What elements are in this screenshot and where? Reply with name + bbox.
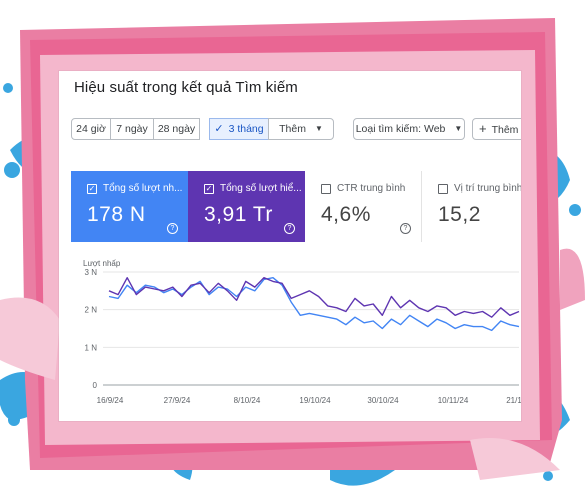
add-filter-button[interactable]: +Thêm b xyxy=(472,118,521,140)
range-3m-button[interactable]: ✓ 3 tháng xyxy=(209,118,269,140)
page-title: Hiệu suất trong kết quả Tìm kiếm xyxy=(74,79,298,96)
checkbox-unchecked-icon[interactable] xyxy=(438,183,448,194)
metric-value: 15,2 xyxy=(438,203,481,226)
series-line-impressions xyxy=(108,277,520,318)
range-24h-button[interactable]: 24 giờ xyxy=(71,118,111,140)
y-axis-label: Lượt nhấp xyxy=(83,259,121,268)
search-type-dropdown[interactable]: Loại tìm kiếm: Web ▼ xyxy=(353,118,465,140)
chevron-down-icon: ▼ xyxy=(454,124,463,133)
y-tick-label: 3 N xyxy=(85,268,98,277)
metric-label: Vị trí trung bình xyxy=(454,183,521,194)
x-tick-label: 21/1 xyxy=(506,396,521,405)
checkbox-unchecked-icon[interactable] xyxy=(321,183,331,194)
metric-card-clicks[interactable]: ✓ Tổng số lượt nh... 178 N ? xyxy=(71,171,188,242)
range-7d-button[interactable]: 7 ngày xyxy=(110,118,154,140)
help-icon[interactable]: ? xyxy=(400,223,411,234)
checkbox-checked-icon[interactable]: ✓ xyxy=(87,183,97,194)
y-tick-label: 2 N xyxy=(85,306,98,315)
x-tick-label: 27/9/24 xyxy=(164,396,191,405)
checkbox-checked-icon[interactable]: ✓ xyxy=(204,183,214,194)
x-tick-label: 19/10/24 xyxy=(299,396,331,405)
chevron-down-icon: ▼ xyxy=(314,124,323,133)
x-tick-label: 10/11/24 xyxy=(438,396,469,405)
performance-panel: Hiệu suất trong kết quả Tìm kiếm 24 giờ … xyxy=(59,71,521,421)
x-tick-label: 8/10/24 xyxy=(234,396,261,405)
more-ranges-dropdown[interactable]: Thêm ▼ xyxy=(268,118,334,140)
metric-label: Tổng số lượt hiể... xyxy=(220,183,302,194)
check-icon: ✓ xyxy=(214,123,224,135)
help-icon[interactable]: ? xyxy=(167,223,178,234)
y-tick-label: 0 xyxy=(93,381,98,390)
metric-card-ctr[interactable]: CTR trung bình 4,6% ? xyxy=(305,171,422,242)
metric-label: CTR trung bình xyxy=(337,183,406,194)
x-tick-label: 30/10/24 xyxy=(367,396,399,405)
metric-card-impressions[interactable]: ✓ Tổng số lượt hiể... 3,91 Tr ? xyxy=(188,171,305,242)
metric-label: Tổng số lượt nh... xyxy=(103,183,183,194)
plus-icon: + xyxy=(479,121,487,136)
y-tick-label: 1 N xyxy=(85,343,98,352)
range-28d-button[interactable]: 28 ngày xyxy=(153,118,200,140)
performance-chart: Lượt nhấp 0 1 N 2 N 3 N 16/9/24 27/9/24 8/10/2… xyxy=(83,259,521,405)
help-icon[interactable]: ? xyxy=(284,223,295,234)
metric-card-position[interactable]: Vị trí trung bình 15,2 xyxy=(422,171,521,242)
x-tick-label: 16/9/24 xyxy=(97,396,124,405)
series-line-clicks xyxy=(108,277,520,332)
